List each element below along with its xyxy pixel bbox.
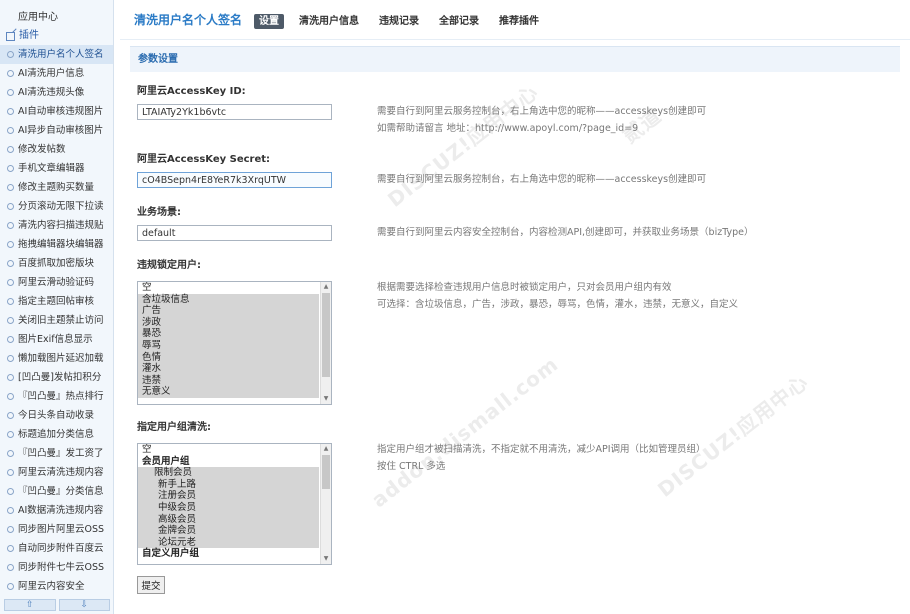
sidebar-item[interactable]: 自动同步附件百度云 — [0, 539, 113, 558]
select-option[interactable]: 灌水 — [138, 363, 319, 375]
access-key-id-label: 阿里云AccessKey ID: — [137, 86, 246, 97]
sidebar-item[interactable]: 指定主题回帖审核 — [0, 292, 113, 311]
select-option[interactable]: 金牌会员 — [138, 525, 319, 537]
sidebar-item[interactable]: AI清洗违规头像 — [0, 83, 113, 102]
sidebar-item[interactable]: AI清洗用户信息 — [0, 64, 113, 83]
sidebar-plugin-list: 清洗用户名个人签名 AI清洗用户信息 AI清洗违规头像 AI自动审核违规图片 AI异步自… — [0, 45, 113, 596]
scroll-up-icon[interactable]: ▲ — [321, 282, 331, 292]
select-option[interactable]: 色情 — [138, 351, 319, 364]
tab-2[interactable]: 违规记录 — [374, 14, 424, 29]
select-option[interactable]: 违禁 — [138, 374, 319, 387]
sidebar-item[interactable]: 标题追加分类信息 — [0, 425, 113, 444]
user-groups-select[interactable]: 空会员用户组 限制会员 新手上路 注册会员 中级会员 高级会员 金牌会员 论坛元老 自定义用户组… — [137, 443, 332, 565]
lock-users-label: 违规锁定用户: — [137, 260, 201, 271]
tab-bar: 设置 清洗用户信息 违规记录 全部记录 推荐插件 — [254, 12, 554, 29]
access-key-secret-label: 阿里云AccessKey Secret: — [137, 154, 271, 165]
sidebar-item[interactable]: 清洗用户名个人签名 — [0, 45, 113, 64]
sidebar-item[interactable]: [凹凸曼]发帖扣积分 — [0, 368, 113, 387]
select-option[interactable]: 自定义用户组 — [138, 548, 319, 560]
sidebar-item[interactable]: 懒加载图片延迟加载 — [0, 349, 113, 368]
scroll-up-icon[interactable]: ▲ — [321, 444, 331, 454]
sidebar-item[interactable]: AI数据清洗违规内容 — [0, 501, 113, 520]
select-option[interactable]: 含垃圾信息 — [138, 293, 319, 306]
scroll-thumb[interactable] — [322, 293, 330, 377]
sidebar-item[interactable]: 阿里云滑动验证码 — [0, 273, 113, 292]
header-bar: 清洗用户名个人签名 设置 清洗用户信息 违规记录 全部记录 推荐插件 — [120, 0, 910, 40]
sidebar-item[interactable]: 百度抓取加密版块 — [0, 254, 113, 273]
tab-0[interactable]: 设置 — [254, 14, 285, 29]
select-option[interactable]: 论坛元老 — [138, 536, 319, 549]
access-key-secret-hint: 需要自行到阿里云服务控制台，右上角选中您的昵称——accesskeys创建即可 — [377, 174, 707, 185]
user-groups-ctrl-hint: 按住 CTRL 多选 — [377, 461, 446, 472]
sidebar: 应用中心 插件 清洗用户名个人签名 AI清洗用户信息 AI清洗违规头像 AI自动审核违… — [0, 0, 114, 614]
pager-down-icon[interactable]: ⇩ — [58, 599, 110, 611]
sidebar-item[interactable]: 修改主题购买数量 — [0, 178, 113, 197]
select-option[interactable]: 涉政 — [138, 316, 319, 329]
business-scene-hint: 需要自行到阿里云内容安全控制台，内容检测API,创建即可，并获取业务场景（biz… — [377, 227, 754, 238]
lock-users-scrollbar[interactable]: ▲ ▼ — [320, 282, 331, 404]
sidebar-item[interactable]: 拖拽编辑器块编辑器 — [0, 235, 113, 254]
select-option[interactable]: 广告 — [138, 305, 319, 317]
lock-users-options-hint: 可选择：含垃圾信息，广告，涉政，暴恐，辱骂，色情，灌水，违禁，无意义，自定义 — [377, 299, 739, 310]
sidebar-item[interactable]: AI异步自动审核图片 — [0, 121, 113, 140]
submit-button[interactable]: 提交 — [137, 576, 165, 594]
access-key-id-hint: 需要自行到阿里云服务控制台，右上角选中您的昵称——accesskeys创建即可 — [377, 106, 707, 117]
business-scene-input[interactable] — [137, 225, 332, 241]
section-title: 参数设置 — [130, 46, 900, 72]
select-option[interactable]: 高级会员 — [138, 513, 319, 526]
sidebar-item[interactable]: 同步附件七牛云OSS — [0, 558, 113, 577]
access-key-id-help: 如需帮助请留言 地址：http://www.apoyl.com/?page_id… — [377, 123, 639, 134]
select-option[interactable]: 限制会员 — [138, 467, 319, 479]
scroll-down-icon[interactable]: ▼ — [321, 394, 331, 404]
sidebar-item[interactable]: 『凹凸曼』分类信息 — [0, 482, 113, 501]
select-option[interactable]: 中级会员 — [138, 501, 319, 514]
sidebar-item[interactable]: 阿里云清洗违规内容 — [0, 463, 113, 482]
lock-users-hint: 根据需要选择检查违规用户信息时被锁定用户，只对会员用户组内有效 — [377, 282, 672, 293]
scroll-down-icon[interactable]: ▼ — [321, 554, 331, 564]
sidebar-item[interactable]: 今日头条自动收录 — [0, 406, 113, 425]
sidebar-item[interactable]: 清洗内容扫描违规贴 — [0, 216, 113, 235]
tab-1[interactable]: 清洗用户信息 — [294, 14, 364, 29]
user-groups-hint: 指定用户组才被扫描清洗，不指定就不用清洗，减少API调用（比如管理员组） — [377, 444, 706, 455]
sidebar-item[interactable]: AI自动审核违规图片 — [0, 102, 113, 121]
access-key-id-input[interactable] — [137, 104, 332, 120]
sidebar-plugins-label: 插件 — [19, 30, 39, 41]
scroll-thumb[interactable] — [322, 455, 330, 489]
select-option[interactable]: 辱骂 — [138, 339, 319, 352]
sidebar-item[interactable]: 分页滚动无限下拉读 — [0, 197, 113, 216]
select-option[interactable]: 空 — [138, 282, 319, 294]
page-title: 清洗用户名个人签名 — [134, 13, 243, 27]
sidebar-item[interactable]: 『凹凸曼』发工资了 — [0, 444, 113, 463]
select-option[interactable]: 新手上路 — [138, 478, 319, 491]
select-option[interactable]: 空 — [138, 444, 319, 456]
sidebar-item[interactable]: 修改发帖数 — [0, 140, 113, 159]
tab-4[interactable]: 推荐插件 — [494, 14, 544, 29]
main-content: 清洗用户名个人签名 设置 清洗用户信息 违规记录 全部记录 推荐插件 参数设置 阿里云A… — [120, 0, 910, 614]
sidebar-app-center[interactable]: 应用中心 — [0, 9, 113, 27]
user-groups-scrollbar[interactable]: ▲ ▼ — [320, 444, 331, 564]
select-option[interactable]: 会员用户组 — [138, 456, 319, 468]
sidebar-item[interactable]: 手机文章编辑器 — [0, 159, 113, 178]
pager-up-icon[interactable]: ⇧ — [4, 599, 56, 611]
sidebar-item[interactable]: 『凹凸曼』热点排行 — [0, 387, 113, 406]
select-option[interactable]: 暴恐 — [138, 328, 319, 340]
sidebar-item[interactable]: 关闭旧主题禁止访问 — [0, 311, 113, 330]
user-groups-label: 指定用户组清洗: — [137, 422, 211, 433]
sidebar-item[interactable]: 同步图片阿里云OSS — [0, 520, 113, 539]
lock-users-select[interactable]: 空含垃圾信息 广告 涉政 暴恐 辱骂 色情 灌水 违禁 无意义 ▲ ▼ — [137, 281, 332, 405]
select-option[interactable]: 无意义 — [138, 386, 319, 398]
access-key-secret-input[interactable] — [137, 172, 332, 188]
sidebar-item[interactable]: 图片Exif信息显示 — [0, 330, 113, 349]
sidebar-pager: ⇧ ⇩ — [4, 599, 110, 611]
tab-3[interactable]: 全部记录 — [434, 14, 484, 29]
sidebar-plugins-group[interactable]: 插件 — [0, 27, 113, 45]
business-scene-label: 业务场景: — [137, 207, 181, 218]
select-option[interactable]: 注册会员 — [138, 490, 319, 502]
external-link-icon — [6, 31, 15, 41]
sidebar-item[interactable]: 阿里云内容安全 — [0, 577, 113, 596]
